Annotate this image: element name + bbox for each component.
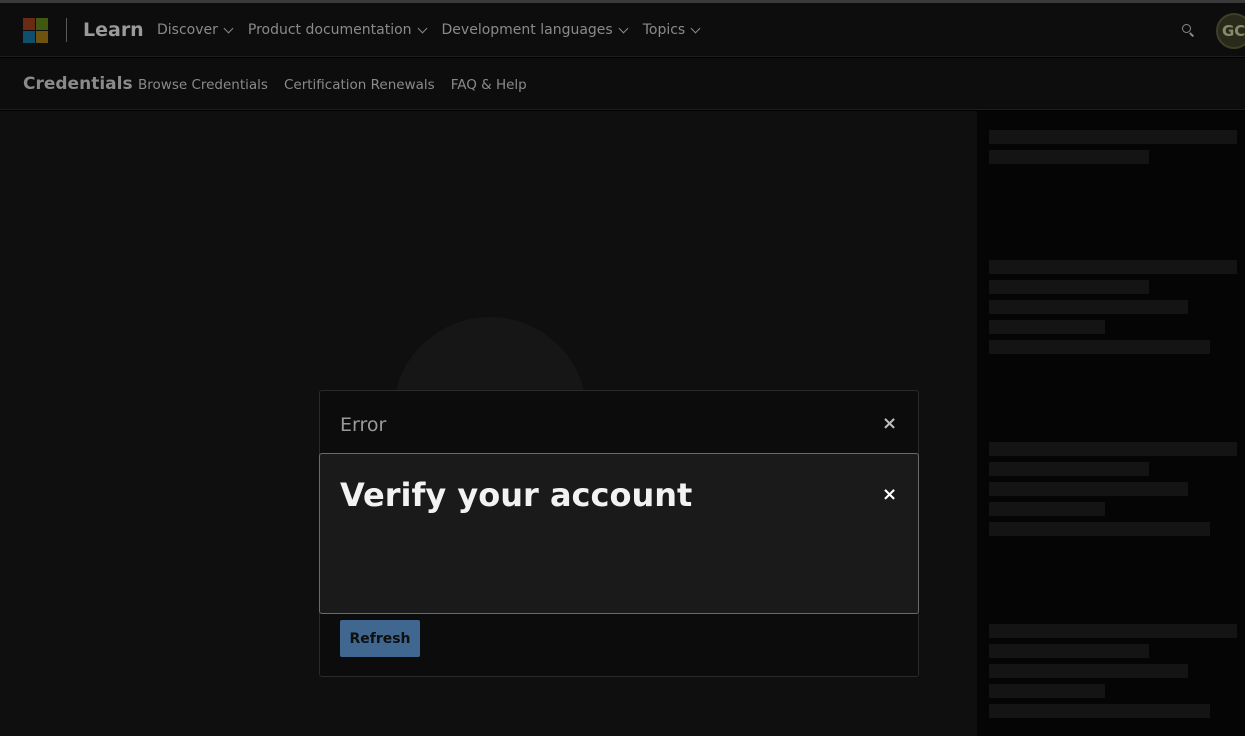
skeleton-line: [989, 130, 1237, 144]
nav-product-documentation-label: Product documentation: [247, 22, 412, 38]
chevron-down-icon: [618, 23, 629, 33]
browse-credentials-link[interactable]: Browse Credentials: [138, 77, 268, 93]
refresh-button[interactable]: Refresh: [340, 620, 420, 657]
skeleton-line: [989, 482, 1188, 496]
skeleton-line: [989, 522, 1210, 536]
skeleton-line: [989, 502, 1105, 516]
skeleton-line: [989, 320, 1105, 334]
error-modal-title: Error: [340, 414, 387, 436]
nav-development-languages-label: Development languages: [441, 22, 613, 38]
search-icon-handle: [1189, 32, 1195, 37]
top-nav: Discover Product documentation Developme…: [157, 22, 715, 38]
skeleton-line: [989, 684, 1105, 698]
logo-square-yellow: [36, 31, 48, 43]
skeleton-line: [989, 704, 1210, 718]
chevron-down-icon: [690, 23, 701, 33]
chevron-down-icon: [223, 23, 234, 33]
nav-discover-label: Discover: [157, 22, 218, 38]
nav-topics-label: Topics: [642, 22, 686, 38]
skeleton-line: [989, 150, 1149, 164]
credentials-nav: Browse Credentials Certification Renewal…: [138, 77, 543, 93]
close-icon[interactable]: ×: [882, 484, 897, 505]
credentials-title[interactable]: Credentials: [23, 74, 133, 94]
brand-learn-link[interactable]: Learn: [83, 19, 144, 41]
avatar[interactable]: GC: [1216, 13, 1245, 49]
skeleton-line: [989, 260, 1237, 274]
skeleton-line: [989, 644, 1149, 658]
skeleton-line: [989, 300, 1188, 314]
close-icon[interactable]: ×: [882, 413, 897, 434]
skeleton-line: [989, 624, 1237, 638]
faq-help-link[interactable]: FAQ & Help: [451, 77, 527, 93]
verify-account-dialog: Verify your account ×: [319, 453, 919, 614]
site-header: Learn Discover Product documentation Dev…: [0, 3, 1245, 57]
skeleton-line: [989, 340, 1210, 354]
sidebar-skeleton: [977, 111, 1245, 736]
nav-discover[interactable]: Discover: [157, 22, 234, 38]
skeleton-line: [989, 664, 1188, 678]
search-icon[interactable]: [1182, 24, 1195, 37]
verify-account-title: Verify your account: [340, 476, 693, 514]
credentials-subheader: Credentials Browse Credentials Certifica…: [0, 58, 1245, 110]
certification-renewals-link[interactable]: Certification Renewals: [284, 77, 435, 93]
skeleton-line: [989, 462, 1149, 476]
logo-square-red: [23, 18, 35, 30]
logo-square-green: [36, 18, 48, 30]
nav-topics[interactable]: Topics: [642, 22, 701, 38]
skeleton-line: [989, 280, 1149, 294]
skeleton-line: [989, 442, 1237, 456]
microsoft-logo-icon[interactable]: [23, 18, 48, 43]
logo-divider: [66, 18, 67, 42]
chevron-down-icon: [417, 23, 427, 33]
nav-product-documentation[interactable]: Product documentation: [247, 22, 427, 38]
logo-square-blue: [23, 31, 35, 43]
nav-development-languages[interactable]: Development languages: [441, 22, 629, 38]
